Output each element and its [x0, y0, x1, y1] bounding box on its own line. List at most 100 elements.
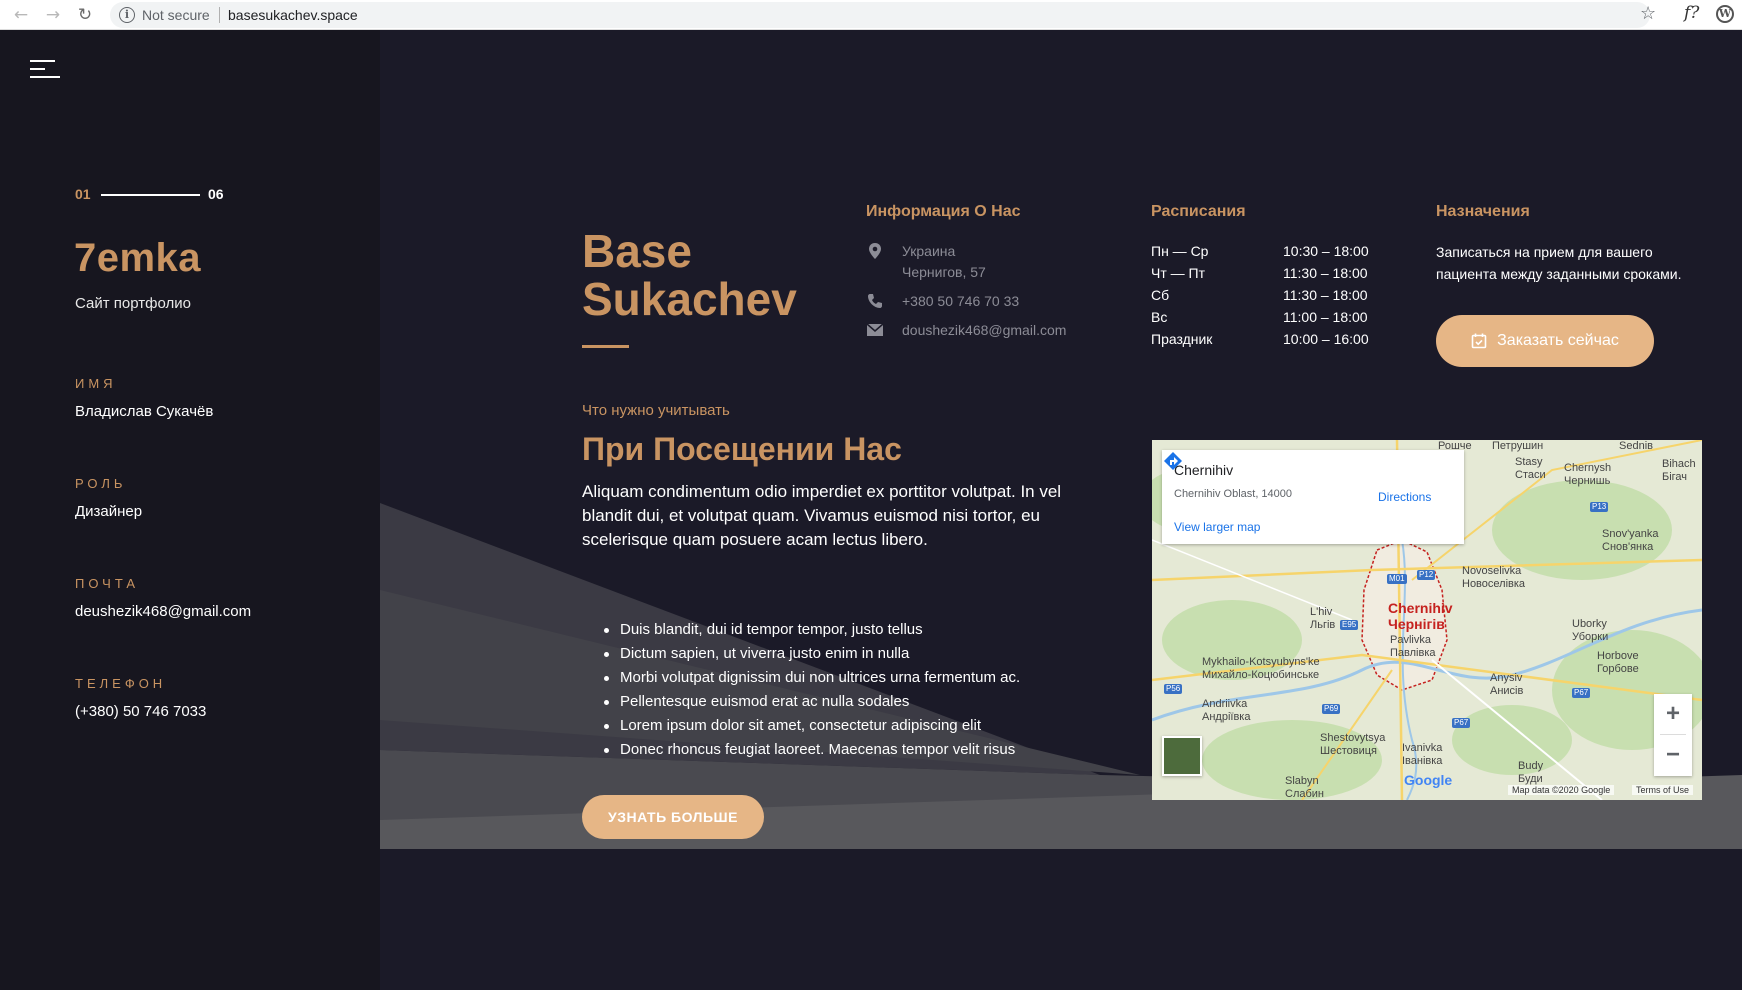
map-place-label: Shestovytsya Шестовиця: [1320, 732, 1386, 757]
url-text[interactable]: basesukachev.space: [228, 7, 358, 23]
role-value: Дизайнер: [75, 503, 143, 520]
map-place-label: Anysiv Анисів: [1490, 672, 1524, 697]
headline-line-2: Sukachev: [582, 273, 797, 325]
map-place-label: Ivanivka Іванівка: [1402, 742, 1443, 767]
zoom-in-icon[interactable]: +: [1654, 694, 1692, 734]
address-bar[interactable]: i Not secure basesukachev.space: [110, 2, 1650, 28]
google-map[interactable]: Рошче Петрушин Stasy Стаси Chernysh Черниш…: [1152, 440, 1702, 800]
list-item: Pellentesque euismod erat ac nulla sodal…: [602, 690, 1122, 714]
section-lead: Aliquam condimentum odio imperdiet ex po…: [582, 482, 1062, 549]
road-badge: P13: [1590, 502, 1609, 512]
schedule-day: Сб: [1151, 287, 1170, 303]
map-place-label: Петрушин: [1492, 440, 1544, 452]
map-place-label: Stasy Стаси: [1515, 456, 1546, 481]
schedule-title: Расписания: [1151, 203, 1246, 220]
name-label: ИМЯ: [75, 376, 117, 391]
map-place-label: Sednів: [1619, 440, 1653, 452]
list-item: Lorem ipsum dolor sit amet, consectetur …: [602, 714, 1122, 738]
list-item: Dictum sapien, ut viverra justo enim in …: [602, 642, 1122, 666]
extension-font-icon[interactable]: f?: [1684, 3, 1699, 23]
schedule-day: Пн — Ср: [1151, 243, 1209, 259]
map-place-label: Budy Буди: [1518, 760, 1544, 785]
directions-link[interactable]: Directions: [1378, 490, 1431, 504]
browser-toolbar: ← → ↻ i Not secure basesukachev.space ☆ …: [0, 0, 1742, 30]
headline-underline: [582, 345, 629, 348]
email-text[interactable]: doushezik468@gmail.com: [902, 320, 1066, 341]
location-pin-icon: [869, 243, 881, 259]
view-larger-map-link[interactable]: View larger map: [1174, 520, 1260, 534]
map-attribution: Map data ©2020 Google: [1508, 785, 1615, 795]
hamburger-menu-icon[interactable]: [30, 60, 60, 82]
road-badge: P56: [1164, 684, 1183, 694]
main-content: Base Sukachev Информация О Нас Украина Ч…: [380, 30, 1742, 990]
book-now-button[interactable]: Заказать сейчас: [1436, 315, 1654, 367]
url-separator: [219, 7, 220, 23]
map-city-label-latin: Chernihiv: [1388, 600, 1453, 616]
road-badge: P67: [1452, 718, 1471, 728]
road-badge: M01: [1387, 574, 1407, 584]
map-place-label: Horbove Горбове: [1597, 650, 1639, 675]
forward-arrow-icon[interactable]: →: [42, 4, 64, 26]
counter-progress-line: [101, 194, 200, 196]
brand-title[interactable]: 7emka: [74, 236, 201, 281]
calendar-check-icon: [1471, 333, 1487, 349]
map-place-label: Snov'yanka Снов'янка: [1602, 528, 1659, 553]
road-badge: E95: [1340, 620, 1359, 630]
map-place-label: Uborky Уборки: [1572, 618, 1609, 643]
road-badge: P12: [1417, 570, 1436, 580]
map-place-label: Slabyn Слабин: [1285, 775, 1324, 800]
map-place-label: Chernysh Чернишь: [1564, 462, 1612, 487]
map-place-label: Mykhailo-Kotsyubyns'ke Михайло-Коцюбинськ…: [1202, 656, 1320, 681]
phone-icon: [868, 294, 882, 308]
email-value[interactable]: deushezik468@gmail.com: [75, 603, 251, 620]
counter-total: 06: [208, 186, 224, 202]
list-item: Duis blandit, dui id tempor tempor, just…: [602, 618, 1122, 642]
section-subhead: Что нужно учитывать: [582, 402, 730, 419]
bullet-list: Duis blandit, dui id tempor tempor, just…: [602, 618, 1122, 762]
phone-value[interactable]: (+380) 50 746 7033: [75, 703, 206, 720]
schedule-time: 11:30 – 18:00: [1283, 265, 1368, 281]
map-city-label-cyrillic: Чернігів: [1388, 616, 1445, 632]
learn-more-button[interactable]: УЗНАТЬ БОЛЬШЕ: [582, 795, 764, 839]
list-item: Morbi volutpat dignissim dui non ultrice…: [602, 666, 1122, 690]
address-line-2: Чернигов, 57: [902, 264, 986, 280]
directions-icon[interactable]: [1162, 450, 1184, 472]
email-label: ПОЧТА: [75, 576, 140, 591]
zoom-out-icon[interactable]: −: [1654, 735, 1692, 775]
map-place-label: Novoselivka Новоселівка: [1462, 565, 1526, 590]
envelope-icon: [866, 323, 884, 336]
map-place-label: L'hiv Льгів: [1310, 606, 1336, 631]
reload-icon[interactable]: ↻: [74, 4, 96, 26]
road-badge: P69: [1322, 704, 1341, 714]
address-line-1: Украина: [902, 243, 956, 259]
map-place-label: Pavlivka Павлівка: [1390, 634, 1436, 659]
map-place-label: Bihach Бігач: [1662, 458, 1696, 483]
map-info-card: Chernihiv Chernihiv Oblast, 14000 View l…: [1162, 450, 1464, 544]
schedule-day: Вс: [1151, 309, 1168, 325]
headline-line-1: Base: [582, 225, 692, 277]
schedule-time: 11:30 – 18:00: [1283, 287, 1368, 303]
road-badge: P67: [1572, 688, 1591, 698]
schedule-time: 11:00 – 18:00: [1283, 309, 1368, 325]
name-value: Владислав Сукачёв: [75, 403, 214, 420]
counter-current: 01: [75, 186, 91, 202]
schedule-time: 10:30 – 18:00: [1283, 243, 1369, 259]
list-item: Donec rhoncus feugiat laoreet. Maecenas …: [602, 738, 1122, 762]
satellite-toggle-thumbnail[interactable]: [1162, 736, 1202, 776]
schedule-day: Чт — Пт: [1151, 265, 1205, 281]
phone-label: ТЕЛЕФОН: [75, 676, 167, 691]
appointments-text: Записаться на прием для вашего пациента …: [1436, 244, 1682, 282]
wordpress-icon[interactable]: W: [1716, 5, 1734, 23]
map-zoom-controls: + −: [1654, 694, 1692, 776]
map-city-label: Chernihiv Чернігів: [1388, 600, 1453, 632]
site-headline: Base Sukachev: [582, 227, 797, 323]
map-place-address: Chernihiv Oblast, 14000: [1174, 488, 1293, 500]
bookmark-star-icon[interactable]: ☆: [1640, 3, 1656, 24]
back-arrow-icon[interactable]: ←: [10, 4, 32, 26]
schedule-day: Праздник: [1151, 331, 1213, 347]
appointments-title: Назначения: [1436, 203, 1530, 220]
brand-subtitle: Сайт портфолио: [75, 295, 191, 312]
info-icon[interactable]: i: [119, 7, 135, 23]
phone-text[interactable]: +380 50 746 70 33: [902, 291, 1019, 312]
map-terms-link[interactable]: Terms of Use: [1632, 785, 1694, 795]
